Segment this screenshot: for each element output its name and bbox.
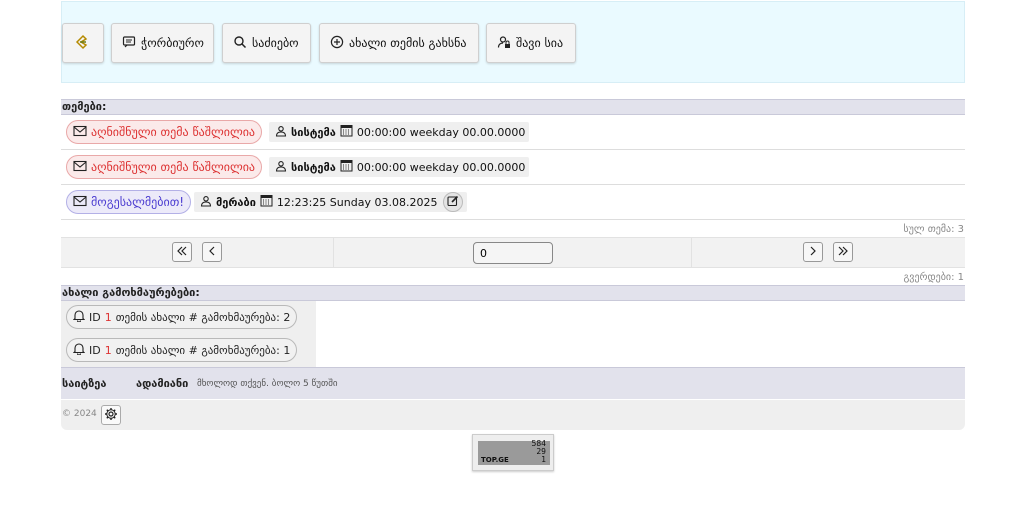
top-toolbar: ჭორბიურო საძიებო ახალი თემის გახსნა შავი… xyxy=(61,1,965,83)
envelope-icon xyxy=(73,160,87,175)
topic-datetime: 00:00:00 weekday 00.00.0000 xyxy=(356,160,526,174)
topic-title: მოგესალმებით! xyxy=(91,195,185,209)
topic-meta: მერაბი 12:23:25 Sunday 03.08.2025 xyxy=(194,192,468,212)
only-you-text: მხოლოდ თქვენ. ბოლო 5 წუთში xyxy=(197,379,338,389)
chevron-right-icon xyxy=(807,245,819,260)
envelope-icon xyxy=(73,195,87,210)
calendar-icon xyxy=(260,194,273,210)
topic-link[interactable]: აღნიშნული თემა წაშლილია xyxy=(66,120,263,144)
topic-meta: სისტემა 00:00:00 weekday 00.00.0000 xyxy=(269,157,530,177)
blacklist-button[interactable]: შავი სია xyxy=(486,23,576,63)
notification-id-label: ID xyxy=(89,343,101,357)
home-button[interactable] xyxy=(62,23,104,63)
topics-total: სულ თემა: 3 xyxy=(903,224,964,235)
notification-link[interactable]: ID 1 თემის ახალი # გამოხმაურება: 2 xyxy=(66,305,298,329)
topic-title: აღნიშნული თემა წაშლილია xyxy=(91,125,256,139)
notification-id: 1 xyxy=(104,343,112,357)
topic-meta: სისტემა 00:00:00 weekday 00.00.0000 xyxy=(269,122,530,142)
notification-text: თემის ახალი # გამოხმაურება: 1 xyxy=(115,343,291,357)
double-chevron-right-icon xyxy=(837,245,849,260)
topic-datetime: 12:23:25 Sunday 03.08.2025 xyxy=(276,195,438,209)
topics-header: თემები: xyxy=(61,99,965,115)
prev-page-button[interactable] xyxy=(202,242,222,262)
topic-row: მოგესალმებით! მერაბი 12:23:25 Sunday 03.… xyxy=(61,185,965,220)
bell-icon xyxy=(72,342,86,358)
notifications-list: ID 1 თემის ახალი # გამოხმაურება: 2 ID 1 … xyxy=(61,301,965,367)
topic-row: აღნიშნული თემა წაშლილია სისტემა 00:00:00… xyxy=(61,150,965,185)
user-lock-icon xyxy=(497,35,511,52)
search-icon xyxy=(233,35,247,52)
notifications-header: ახალი გამოხმაურებები: xyxy=(61,285,965,301)
list-item: ID 1 თემის ახალი # გამოხმაურება: 1 xyxy=(61,334,316,367)
notification-text: თემის ახალი # გამოხმაურება: 2 xyxy=(115,310,291,324)
page-number-input[interactable] xyxy=(473,242,553,264)
next-page-button[interactable] xyxy=(803,242,823,262)
settings-button[interactable] xyxy=(101,405,121,425)
counter-brand: TOP.GE xyxy=(481,456,509,464)
topic-author[interactable]: სისტემა xyxy=(291,161,336,174)
calendar-icon xyxy=(340,159,353,175)
user-icon xyxy=(275,125,287,140)
topic-author[interactable]: სისტემა xyxy=(291,126,336,139)
search-label: საძიებო xyxy=(252,36,299,50)
edit-icon xyxy=(447,195,459,210)
topic-title: აღნიშნული თემა წაშლილია xyxy=(91,160,256,174)
topic-row: აღნიშნული თემა წაშლილია სისტემა 00:00:00… xyxy=(61,115,965,150)
notification-id-label: ID xyxy=(89,310,101,324)
topic-author[interactable]: მერაბი xyxy=(216,196,256,209)
pager-left-cell xyxy=(61,238,334,267)
notification-link[interactable]: ID 1 თემის ახალი # გამოხმაურება: 1 xyxy=(66,338,298,362)
top-ge-counter[interactable]: 584 29 1 TOP.GE xyxy=(472,434,554,471)
user-icon xyxy=(200,195,212,210)
person-label: ადამიანი xyxy=(136,377,189,390)
gear-icon xyxy=(104,407,118,424)
notification-id: 1 xyxy=(104,310,112,324)
forum-label: ჭორბიურო xyxy=(141,36,204,50)
site-online-label: საიტზეა xyxy=(62,377,107,390)
calendar-icon xyxy=(340,124,353,140)
pagination xyxy=(61,237,965,268)
new-topic-label: ახალი თემის გახსნა xyxy=(349,36,467,50)
first-page-button[interactable] xyxy=(172,242,192,262)
bell-icon xyxy=(72,309,86,325)
search-button[interactable]: საძიებო xyxy=(222,23,311,63)
new-topic-button[interactable]: ახალი თემის გახსნა xyxy=(319,23,479,63)
chat-icon xyxy=(122,35,136,52)
counter-value-3: 1 xyxy=(541,455,546,464)
pages-count: გვერდები: 1 xyxy=(903,272,965,283)
topic-link[interactable]: აღნიშნული თემა წაშლილია xyxy=(66,155,263,179)
plus-circle-icon xyxy=(330,35,344,52)
topic-datetime: 00:00:00 weekday 00.00.0000 xyxy=(356,125,526,139)
logo-icon xyxy=(74,33,92,54)
last-page-button[interactable] xyxy=(833,242,853,262)
bottom-bar: © 2024 xyxy=(61,400,965,430)
envelope-icon xyxy=(73,125,87,140)
blacklist-label: შავი სია xyxy=(516,36,564,50)
forum-button[interactable]: ჭორბიურო xyxy=(111,23,214,63)
copyright: © 2024 xyxy=(62,409,97,419)
user-icon xyxy=(275,160,287,175)
chevron-left-icon xyxy=(206,245,218,260)
online-bar: საიტზეა ადამიანი მხოლოდ თქვენ. ბოლო 5 წუ… xyxy=(61,367,965,399)
topic-link[interactable]: მოგესალმებით! xyxy=(66,190,192,214)
double-chevron-left-icon xyxy=(176,245,188,260)
list-item: ID 1 თემის ახალი # გამოხმაურება: 2 xyxy=(61,301,316,334)
edit-topic-button[interactable] xyxy=(443,192,464,212)
